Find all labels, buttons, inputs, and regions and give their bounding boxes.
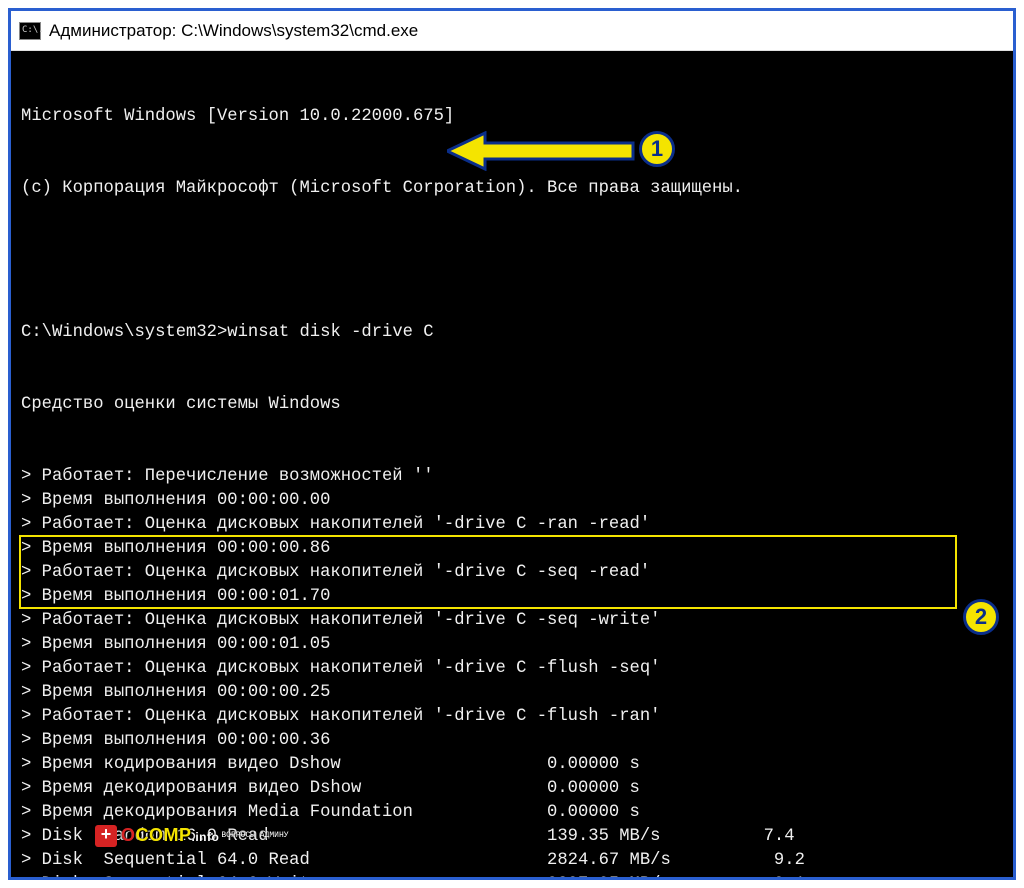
output-line: > Работает: Оценка дисковых накопителей … <box>21 609 1009 633</box>
output-line: > Время декодирования видео Dshow 0.0000… <box>21 777 1009 801</box>
output-line: > Работает: Оценка дисковых накопителей … <box>21 513 1009 537</box>
output-line: > Время выполнения 00:00:00.25 <box>21 681 1009 705</box>
version-line: Microsoft Windows [Version 10.0.22000.67… <box>21 105 1009 129</box>
output-line: > Работает: Оценка дисковых накопителей … <box>21 705 1009 729</box>
badge-1-text: 1 <box>651 137 663 161</box>
tool-title-line: Средство оценки системы Windows <box>21 393 1009 417</box>
command-line: C:\Windows\system32>winsat disk -drive C <box>21 321 1009 345</box>
titlebar[interactable]: C:\. Администратор: C:\Windows\system32\… <box>11 11 1013 51</box>
copyright-line: (c) Корпорация Майкрософт (Microsoft Cor… <box>21 177 1009 201</box>
prompt: C:\Windows\system32> <box>21 323 227 342</box>
output-line: > Время кодирования видео Dshow 0.00000 … <box>21 753 1009 777</box>
window-frame: C:\. Администратор: C:\Windows\system32\… <box>8 8 1016 880</box>
output-line: > Disk Random 16.0 Read 139.35 MB/s 7.4 <box>21 825 1009 849</box>
terminal-body[interactable]: Microsoft Windows [Version 10.0.22000.67… <box>11 51 1013 877</box>
output-line: > Disk Sequential 64.0 Read 2824.67 MB/s… <box>21 849 1009 873</box>
output-line: > Время выполнения 00:00:00.36 <box>21 729 1009 753</box>
output-lines: > Работает: Перечисление возможностей ''… <box>21 465 1009 877</box>
output-line: > Время декодирования Media Foundation 0… <box>21 801 1009 825</box>
blank-line <box>21 249 1009 273</box>
output-line: > Время выполнения 00:00:01.70 <box>21 585 1009 609</box>
cmd-icon: C:\. <box>19 22 41 40</box>
output-line: > Время выполнения 00:00:00.86 <box>21 537 1009 561</box>
badge-1: 1 <box>639 131 675 167</box>
output-line: > Работает: Оценка дисковых накопителей … <box>21 657 1009 681</box>
output-line: > Время выполнения 00:00:01.05 <box>21 633 1009 657</box>
arrow-annotation-1 <box>447 131 637 171</box>
cmd-icon-text: C:\. <box>22 26 44 35</box>
output-line: > Работает: Перечисление возможностей '' <box>21 465 1009 489</box>
output-line: > Время выполнения 00:00:00.00 <box>21 489 1009 513</box>
command-text: winsat disk -drive C <box>227 323 433 342</box>
window-title: Администратор: C:\Windows\system32\cmd.e… <box>49 21 418 41</box>
output-line: > Disk Sequential 64.0 Write 2307.95 MB/… <box>21 873 1009 877</box>
output-line: > Работает: Оценка дисковых накопителей … <box>21 561 1009 585</box>
